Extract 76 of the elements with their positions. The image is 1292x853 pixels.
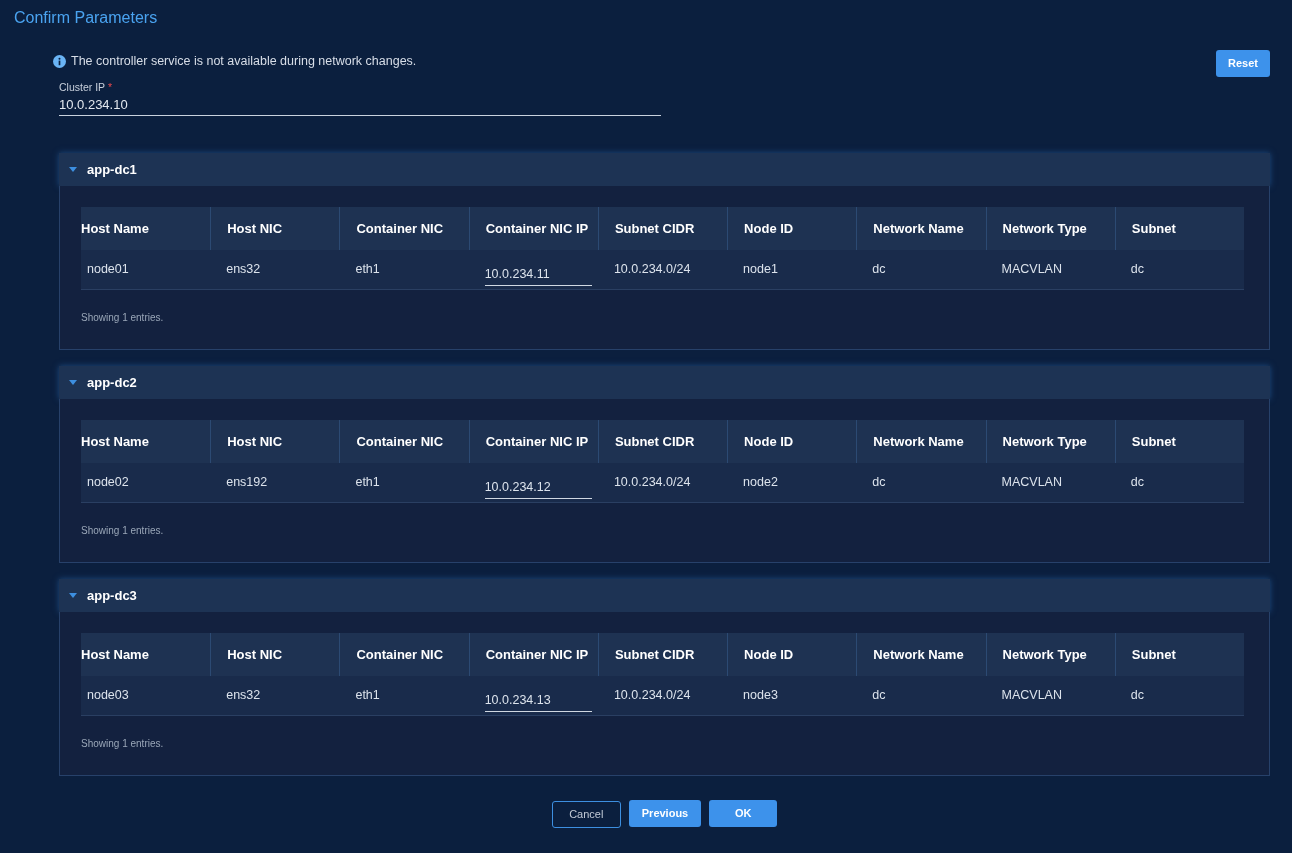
column-header: Subnet <box>1114 633 1244 676</box>
entries-count: Showing 1 entries. <box>81 311 165 325</box>
column-header: Network Type <box>985 633 1115 676</box>
column-header: Subnet <box>1114 420 1244 463</box>
table-cell: dc <box>1114 676 1244 716</box>
table-cell-field[interactable]: 10.0.234.13 <box>468 676 598 716</box>
section-title: app-dc3 <box>87 586 137 605</box>
section-header[interactable]: app-dc3 <box>59 579 1270 612</box>
section-title: app-dc1 <box>87 160 137 179</box>
page-title: Confirm Parameters <box>13 8 159 28</box>
table-cell: dc <box>856 250 986 290</box>
ip-input-field[interactable]: 10.0.234.13 <box>484 689 592 712</box>
table-cell: MACVLAN <box>985 250 1115 290</box>
entries-count: Showing 1 entries. <box>81 524 165 538</box>
column-header: Host Name <box>81 633 211 676</box>
table-cell: eth1 <box>339 250 469 290</box>
table-cell: node3 <box>727 676 857 716</box>
column-header: Node ID <box>727 633 857 676</box>
column-header: Node ID <box>727 207 857 250</box>
section-title: app-dc2 <box>87 373 137 392</box>
caret-icon <box>69 593 77 598</box>
column-header: Network Name <box>856 633 986 676</box>
column-header: Container NIC <box>339 420 469 463</box>
table-cell: 10.0.234.0/24 <box>597 463 728 503</box>
column-header: Subnet CIDR <box>597 420 728 463</box>
table-cell: 10.0.234.0/24 <box>597 250 728 290</box>
ip-input-field[interactable]: 10.0.234.11 <box>484 263 592 286</box>
table-cell: MACVLAN <box>985 463 1115 503</box>
table-cell: node01 <box>81 250 211 290</box>
table-cell: eth1 <box>339 676 469 716</box>
table-cell-field[interactable]: 10.0.234.11 <box>468 250 598 290</box>
table-cell: dc <box>856 463 986 503</box>
section-header[interactable]: app-dc1 <box>59 153 1270 186</box>
column-header: Container NIC <box>339 633 469 676</box>
ip-input-field[interactable]: 10.0.234.12 <box>484 476 592 499</box>
column-header: Container NIC <box>339 207 469 250</box>
column-header: Network Name <box>856 420 986 463</box>
caret-icon <box>69 167 77 172</box>
column-header: Subnet <box>1114 207 1244 250</box>
column-header: Container NIC IP <box>468 207 598 250</box>
column-header: Host Name <box>81 207 211 250</box>
column-header: Host NIC <box>210 420 340 463</box>
column-header: Host NIC <box>210 633 340 676</box>
table-cell: ens32 <box>210 250 340 290</box>
dialog-button[interactable]: Cancel <box>551 801 621 828</box>
field-label: Cluster IP * <box>59 80 114 94</box>
info-icon <box>53 54 66 68</box>
section-header[interactable]: app-dc2 <box>59 366 1270 399</box>
table-cell: node02 <box>81 463 211 503</box>
column-header: Host Name <box>81 420 211 463</box>
table-cell: ens192 <box>210 463 340 503</box>
table-cell: dc <box>1114 250 1244 290</box>
table-cell: ens32 <box>210 676 340 716</box>
table-cell: node1 <box>727 250 857 290</box>
table-cell: dc <box>1114 463 1244 503</box>
entries-count: Showing 1 entries. <box>81 737 165 751</box>
column-header: Host NIC <box>210 207 340 250</box>
info-message: The controller service is not available during network changes. <box>71 53 417 70</box>
column-header: Network Name <box>856 207 986 250</box>
table-cell: dc <box>856 676 986 716</box>
column-header: Network Type <box>985 207 1115 250</box>
table-cell: eth1 <box>339 463 469 503</box>
column-header: Subnet CIDR <box>597 633 728 676</box>
column-header: Container NIC IP <box>468 420 598 463</box>
required-mark: * <box>108 81 113 93</box>
table-cell-field[interactable]: 10.0.234.12 <box>468 463 598 503</box>
table-cell: node2 <box>727 463 857 503</box>
column-header: Network Type <box>985 420 1115 463</box>
table-cell: node03 <box>81 676 211 716</box>
table-cell: MACVLAN <box>985 676 1115 716</box>
cluster-ip-field[interactable]: 10.0.234.10 <box>59 94 661 116</box>
table-cell: 10.0.234.0/24 <box>597 676 728 716</box>
column-header: Container NIC IP <box>468 633 598 676</box>
caret-icon <box>69 380 77 385</box>
column-header: Node ID <box>727 420 857 463</box>
column-header: Subnet CIDR <box>597 207 728 250</box>
